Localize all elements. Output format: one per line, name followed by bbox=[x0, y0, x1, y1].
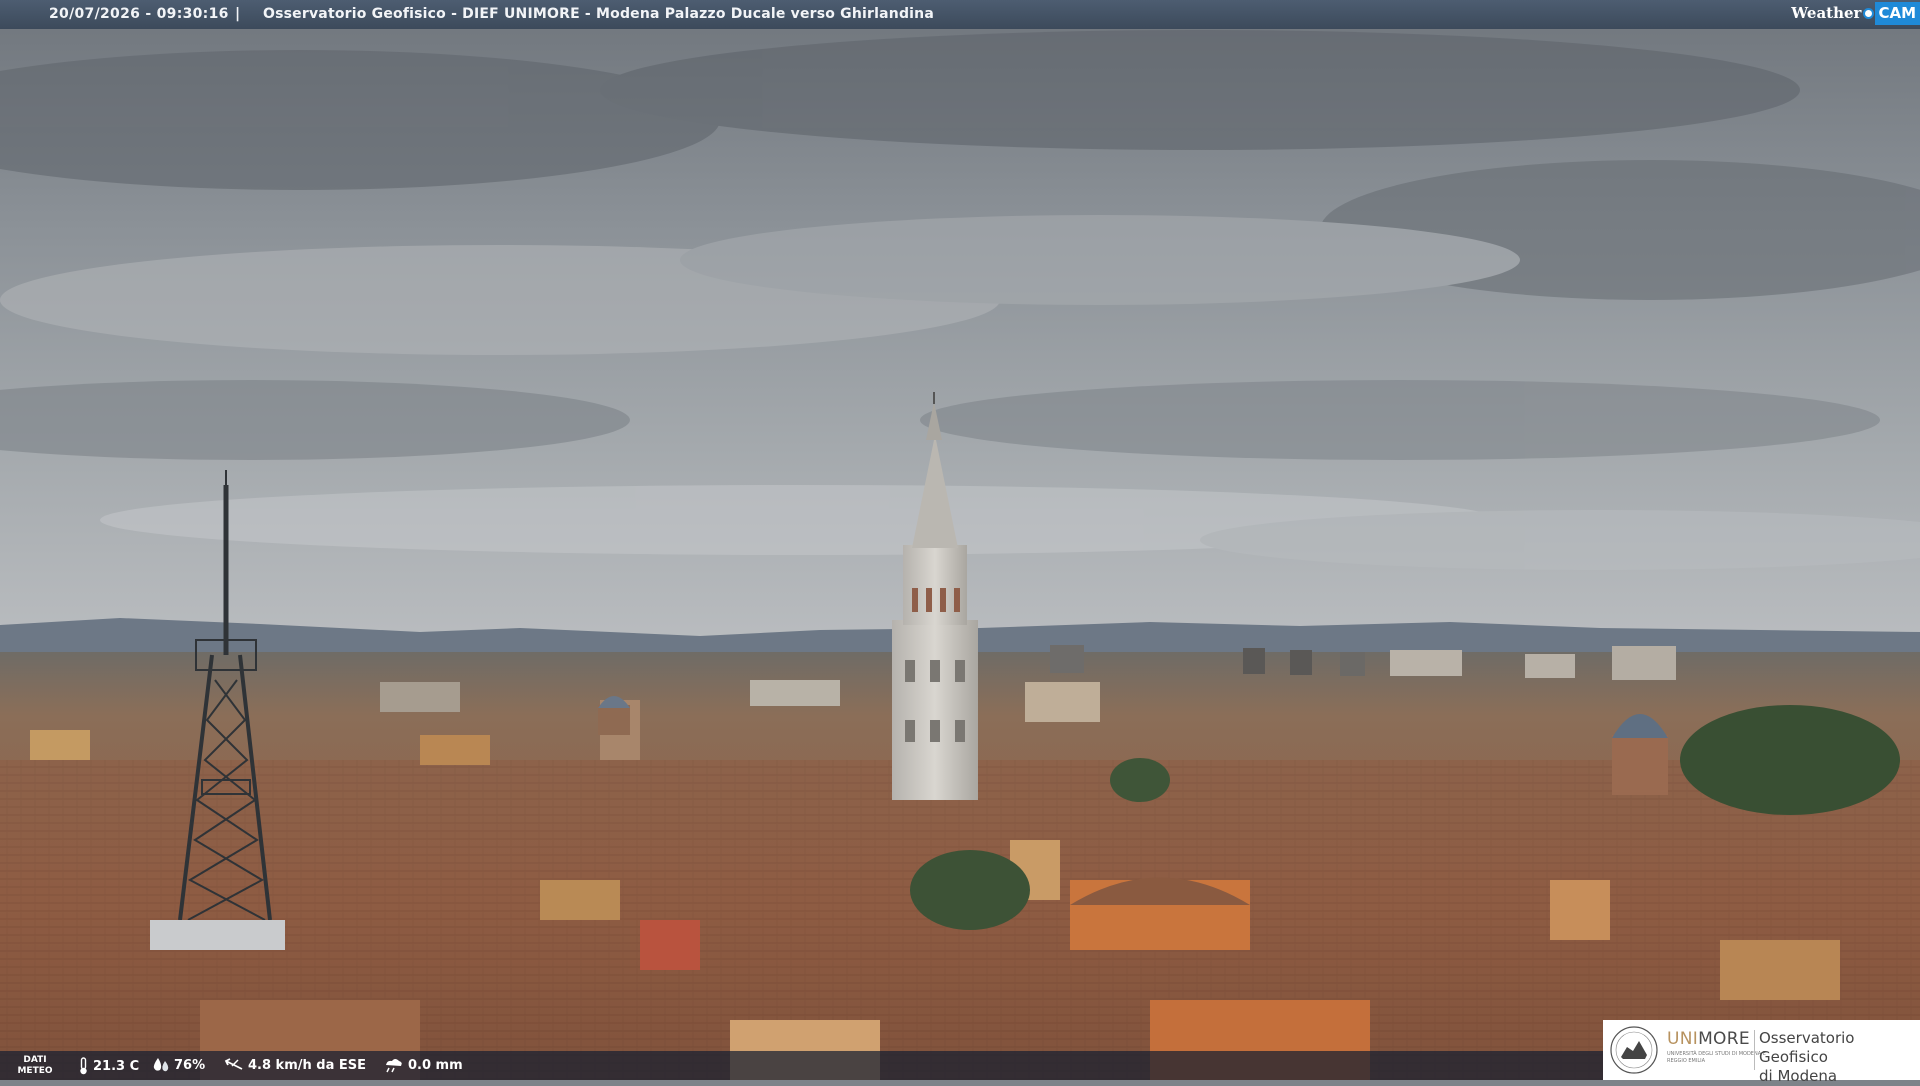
logo-divider bbox=[1754, 1030, 1755, 1070]
meteo-label: DATI METEO bbox=[8, 1055, 62, 1077]
webcam-scene bbox=[0, 0, 1920, 1080]
unimore-logo-panel: UNIMORE UNIVERSITÀ DEGLI STUDI DI MODENA… bbox=[1603, 1020, 1920, 1085]
rain-icon bbox=[386, 1059, 402, 1073]
thermometer-icon bbox=[80, 1057, 87, 1075]
humidity-drop-icon bbox=[153, 1058, 169, 1072]
weathercam-logo: Weather CAM bbox=[1791, 0, 1920, 26]
temperature-value: 21.3 C bbox=[93, 1058, 140, 1074]
humidity-value: 76% bbox=[174, 1057, 206, 1073]
meteo-label-line1: DATI bbox=[23, 1055, 47, 1065]
observatory-name: Osservatorio Geofisico di Modena bbox=[1759, 1029, 1920, 1086]
top-info-bar: 20/07/2026 - 09:30:16 | Osservatorio Geo… bbox=[0, 0, 1920, 29]
observatory-line1: Osservatorio Geofisico bbox=[1759, 1029, 1855, 1066]
wind-icon bbox=[224, 1058, 243, 1070]
title-separator: | bbox=[235, 6, 241, 22]
unimore-uni: UNI bbox=[1667, 1029, 1699, 1049]
university-seal-icon bbox=[1610, 1026, 1658, 1074]
rain-value: 0.0 mm bbox=[408, 1057, 463, 1073]
wind-readout: 4.8 km/h da ESE bbox=[224, 1057, 366, 1073]
camera-title: Osservatorio Geofisico - DIEF UNIMORE - … bbox=[263, 6, 934, 22]
meteo-label-line2: METEO bbox=[17, 1066, 53, 1076]
weather-data-bar: DATI METEO 21.3 C 76% 4.8 km/h da ESE 0.… bbox=[0, 1051, 1603, 1080]
wind-value: 4.8 km/h da ESE bbox=[248, 1057, 367, 1073]
capture-datetime: 20/07/2026 - 09:30:16 bbox=[49, 6, 229, 22]
unimore-wordmark: UNIMORE bbox=[1667, 1029, 1750, 1049]
brand-dot-icon bbox=[1863, 7, 1875, 19]
unimore-more: MORE bbox=[1698, 1029, 1750, 1049]
brand-weather-text: Weather bbox=[1791, 4, 1862, 22]
brand-cam-text: CAM bbox=[1875, 1, 1920, 25]
rain-readout: 0.0 mm bbox=[384, 1057, 463, 1073]
observatory-line2: di Modena bbox=[1759, 1067, 1838, 1085]
temperature-readout: 21.3 C bbox=[78, 1057, 139, 1075]
rooftop-equipment bbox=[150, 920, 285, 950]
humidity-readout: 76% bbox=[152, 1057, 205, 1073]
